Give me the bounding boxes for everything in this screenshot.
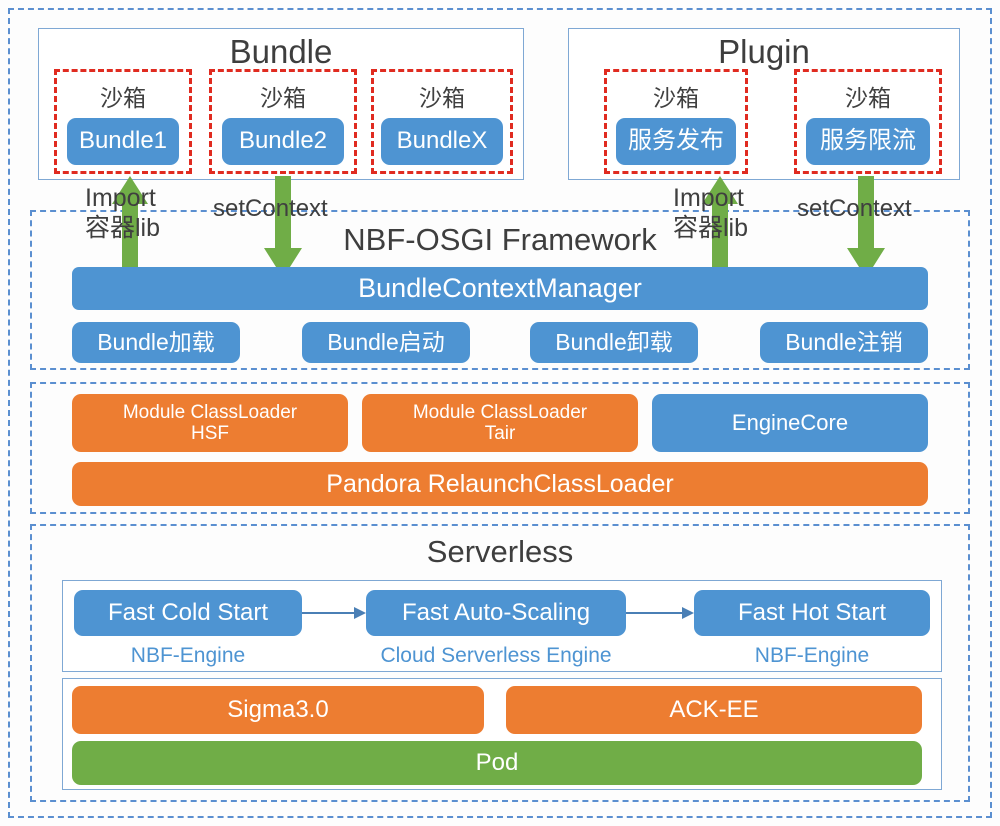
sandbox-label-1: 沙箱 bbox=[100, 85, 146, 111]
chip-pod: Pod bbox=[72, 741, 922, 785]
import-label-right-line1: Import bbox=[673, 184, 744, 212]
bundle-panel-title: Bundle bbox=[229, 33, 333, 70]
chip-bundle1: Bundle1 bbox=[67, 118, 179, 165]
chip-bundle2: Bundle2 bbox=[222, 118, 344, 165]
setcontext-label-left: setContext bbox=[213, 195, 328, 222]
chip-module-classloader-tair: Module ClassLoader Tair bbox=[362, 394, 638, 452]
module-classloader-hsf-line1: Module ClassLoader bbox=[122, 401, 298, 423]
sandbox-label-3: 沙箱 bbox=[419, 85, 465, 111]
chip-pandora-relaunch-classloader: Pandora RelaunchClassLoader bbox=[72, 462, 928, 506]
plugin-panel-title: Plugin bbox=[718, 33, 810, 70]
chip-service-publish: 服务发布 bbox=[616, 118, 736, 165]
sandbox-label-2: 沙箱 bbox=[260, 85, 306, 111]
caption-fast-hot-start: NBF-Engine bbox=[754, 644, 870, 667]
architecture-diagram: Bundle 沙箱 Bundle1 沙箱 Bundle2 沙箱 BundleX … bbox=[0, 0, 1000, 826]
chip-bundle-load: Bundle加载 bbox=[72, 322, 240, 363]
chip-bundle-start: Bundle启动 bbox=[302, 322, 470, 363]
chip-fast-auto-scaling: Fast Auto-Scaling bbox=[366, 590, 626, 636]
chip-sigma30: Sigma3.0 bbox=[72, 686, 484, 734]
flow-arrow-1 bbox=[302, 607, 366, 619]
chip-fast-hot-start: Fast Hot Start bbox=[694, 590, 930, 636]
bundle-context-manager-bar: BundleContextManager bbox=[72, 267, 928, 310]
chip-bundle-unregister: Bundle注销 bbox=[760, 322, 928, 363]
setcontext-arrow-right bbox=[847, 176, 885, 278]
import-label-left-line1: Import bbox=[85, 184, 156, 212]
module-classloader-hsf-line2: HSF bbox=[191, 423, 229, 444]
module-classloader-tair-line1: Module ClassLoader bbox=[412, 401, 588, 423]
import-label-right-line2: 容器lib bbox=[673, 214, 749, 242]
serverless-title: Serverless bbox=[426, 534, 574, 569]
chip-fast-cold-start: Fast Cold Start bbox=[74, 590, 302, 636]
plugin-sandbox-label-1: 沙箱 bbox=[653, 85, 699, 111]
setcontext-label-right: setContext bbox=[797, 195, 912, 222]
setcontext-arrow-left bbox=[264, 176, 302, 278]
chip-ack-ee: ACK-EE bbox=[506, 686, 922, 734]
caption-fast-auto-scaling: Cloud Serverless Engine bbox=[380, 644, 612, 667]
caption-fast-cold-start: NBF-Engine bbox=[130, 644, 246, 667]
chip-bundle-unload: Bundle卸载 bbox=[530, 322, 698, 363]
plugin-sandbox-label-2: 沙箱 bbox=[845, 85, 891, 111]
chip-bundlex: BundleX bbox=[381, 118, 503, 165]
chip-service-throttle: 服务限流 bbox=[806, 118, 930, 165]
module-classloader-tair-line2: Tair bbox=[484, 423, 516, 444]
flow-arrow-2 bbox=[626, 607, 694, 619]
chip-module-classloader-hsf: Module ClassLoader HSF bbox=[72, 394, 348, 452]
chip-engine-core: EngineCore bbox=[652, 394, 928, 452]
import-label-left-line2: 容器lib bbox=[85, 214, 161, 242]
